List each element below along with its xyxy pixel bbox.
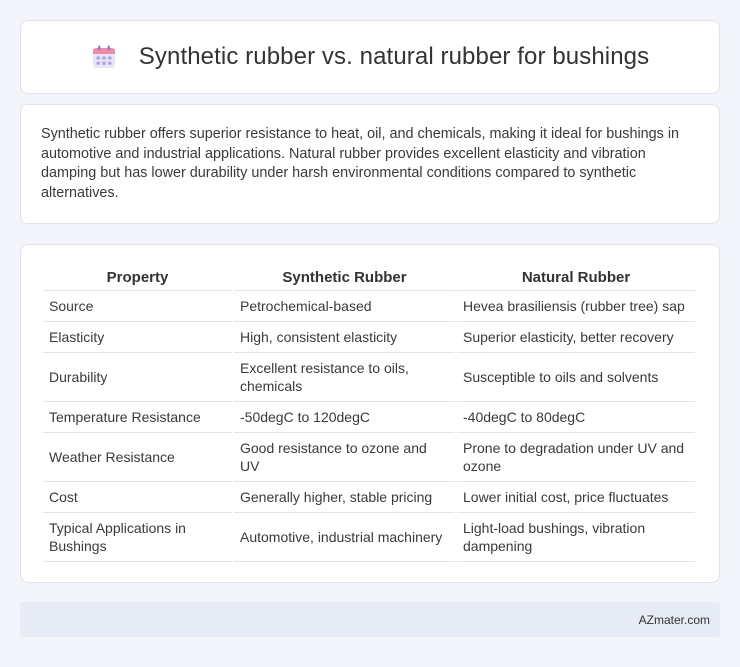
table-cell: Good resistance to ozone and UV: [234, 433, 455, 482]
comparison-table: Property Synthetic Rubber Natural Rubber…: [41, 265, 697, 562]
table-row: Typical Applications in Bushings Automot…: [43, 513, 695, 562]
comparison-table-card: Property Synthetic Rubber Natural Rubber…: [20, 244, 720, 583]
table-cell: Hevea brasiliensis (rubber tree) sap: [457, 291, 695, 322]
table-cell: Source: [43, 291, 232, 322]
summary-text: Synthetic rubber offers superior resista…: [41, 126, 680, 201]
table-cell: Lower initial cost, price fluctuates: [457, 482, 695, 513]
column-header-property: Property: [43, 265, 232, 291]
footer-site-label: AZmater.com: [638, 612, 710, 627]
table-cell: Generally higher, stable pricing: [234, 482, 455, 513]
table-cell: Susceptible to oils and solvents: [457, 353, 695, 402]
table-cell: Temperature Resistance: [43, 402, 232, 433]
table-cell: Excellent resistance to oils, chemicals: [234, 353, 455, 402]
table-row: Source Petrochemical-based Hevea brasili…: [43, 291, 695, 322]
table-row: Durability Excellent resistance to oils,…: [43, 353, 695, 402]
table-cell: Superior elasticity, better recovery: [457, 322, 695, 353]
table-cell: High, consistent elasticity: [234, 322, 455, 353]
table-header-row: Property Synthetic Rubber Natural Rubber: [43, 265, 695, 291]
footer-bar: AZmater.com: [20, 602, 720, 637]
table-cell: -40degC to 80degC: [457, 402, 695, 433]
table-cell: Prone to degradation under UV and ozone: [457, 433, 695, 482]
page-title: Synthetic rubber vs. natural rubber for …: [138, 43, 650, 70]
calendar-icon: [92, 45, 115, 68]
table-row: Weather Resistance Good resistance to oz…: [43, 433, 695, 482]
summary-card: Synthetic rubber offers superior resista…: [20, 104, 720, 224]
table-row: Elasticity High, consistent elasticity S…: [43, 322, 695, 353]
table-cell: Durability: [43, 353, 232, 402]
table-row: Temperature Resistance -50degC to 120deg…: [43, 402, 695, 433]
column-header-natural: Natural Rubber: [457, 265, 695, 291]
title-wrap: Synthetic rubber vs. natural rubber for …: [91, 43, 649, 71]
table-cell: Weather Resistance: [43, 433, 232, 482]
table-cell: Light-load bushings, vibration dampening: [457, 513, 695, 562]
table-cell: Automotive, industrial machinery: [234, 513, 455, 562]
table-cell: Cost: [43, 482, 232, 513]
table-row: Cost Generally higher, stable pricing Lo…: [43, 482, 695, 513]
table-cell: Elasticity: [43, 322, 232, 353]
table-cell: Petrochemical-based: [234, 291, 455, 322]
column-header-synthetic: Synthetic Rubber: [234, 265, 455, 291]
table-cell: Typical Applications in Bushings: [43, 513, 232, 562]
table-cell: -50degC to 120degC: [234, 402, 455, 433]
title-card: Synthetic rubber vs. natural rubber for …: [20, 20, 720, 94]
